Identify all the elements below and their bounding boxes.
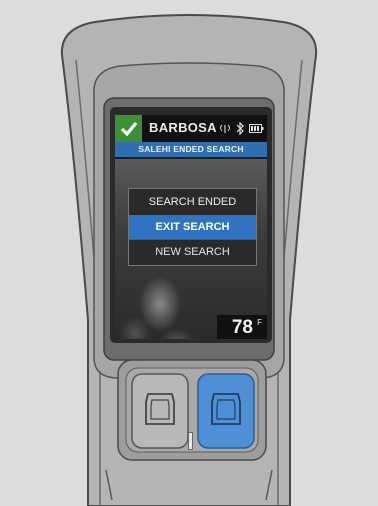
device-view: BARBOSA SALEHI ENDED SEARCH SEARCH ENDED… <box>0 0 378 506</box>
battery-icon <box>249 124 264 133</box>
status-bar: BARBOSA <box>115 115 267 142</box>
temperature-value: 78 <box>231 317 253 338</box>
right-hardware-button[interactable] <box>196 372 256 452</box>
search-menu: SEARCH ENDED EXIT SEARCH NEW SEARCH <box>128 188 257 266</box>
signal-icon <box>220 124 230 133</box>
menu-title: SEARCH ENDED <box>148 196 237 208</box>
temperature-readout: 78 F <box>217 315 267 339</box>
temperature-unit: F <box>257 318 262 327</box>
checkmark-icon <box>115 115 142 142</box>
button-divider <box>188 432 193 450</box>
left-hardware-button[interactable] <box>130 372 190 452</box>
device-screen: BARBOSA SALEHI ENDED SEARCH SEARCH ENDED… <box>115 115 267 339</box>
status-banner: SALEHI ENDED SEARCH <box>115 142 267 157</box>
bluetooth-icon <box>236 122 244 135</box>
exit-search-option[interactable]: EXIT SEARCH <box>129 215 256 239</box>
new-search-option[interactable]: NEW SEARCH <box>129 240 256 264</box>
user-name: BARBOSA <box>149 120 217 135</box>
